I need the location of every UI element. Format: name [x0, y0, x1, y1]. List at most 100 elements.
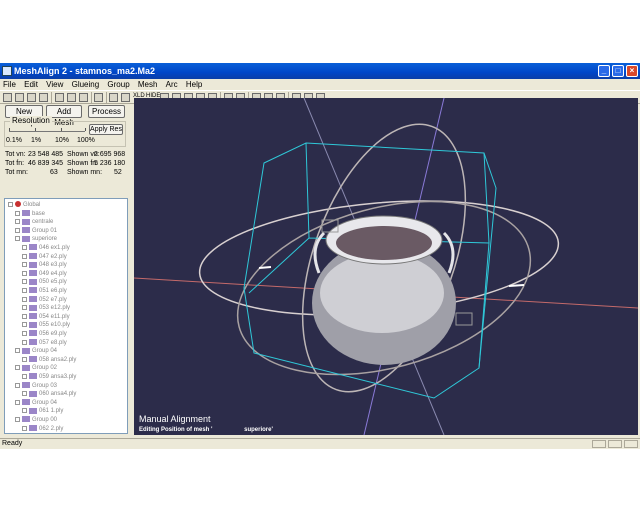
tree-mesh[interactable]: 058 ansa2.ply	[22, 356, 76, 364]
tree-mesh[interactable]: 048 e3.ply	[22, 261, 67, 269]
expand-icon[interactable]	[15, 399, 20, 405]
expand-icon[interactable]	[22, 330, 27, 336]
menu-help[interactable]: Help	[186, 80, 202, 89]
tick-label: 1%	[31, 137, 42, 144]
cut-icon[interactable]	[55, 93, 64, 102]
expand-icon[interactable]	[22, 287, 27, 293]
open-folder-icon[interactable]	[15, 93, 24, 102]
expand-icon[interactable]	[22, 322, 27, 328]
tree-mesh[interactable]: 059 ansa3.ply	[22, 373, 76, 381]
vase-opening	[336, 226, 432, 260]
process-button[interactable]: Process	[88, 105, 125, 118]
tree-mesh[interactable]: 056 e9.ply	[22, 330, 67, 338]
menu-mesh[interactable]: Mesh	[138, 80, 158, 89]
expand-icon[interactable]	[15, 365, 20, 371]
expand-icon[interactable]	[15, 416, 20, 422]
tree-group[interactable]: superiore	[15, 235, 57, 243]
menu-edit[interactable]: Edit	[24, 80, 38, 89]
close-button[interactable]: ×	[626, 65, 638, 77]
expand-icon[interactable]	[22, 305, 27, 311]
expand-icon[interactable]	[15, 236, 20, 242]
tree-group[interactable]: Group 01	[15, 227, 57, 235]
tree-mesh[interactable]: 055 e10.ply	[22, 321, 70, 329]
tree-mesh[interactable]: 054 e11.ply	[22, 313, 70, 321]
expand-icon[interactable]	[22, 253, 27, 259]
tree-label: 046 ex1.ply	[39, 245, 70, 251]
paste-icon[interactable]	[79, 93, 88, 102]
menu-file[interactable]: File	[3, 80, 16, 89]
mesh-icon	[29, 425, 37, 432]
menu-group[interactable]: Group	[107, 80, 129, 89]
title-bar: MeshAlign 2 - stamnos_ma2.Ma2 _ □ ×	[0, 63, 640, 79]
expand-icon[interactable]	[22, 244, 27, 250]
tree-mesh[interactable]: 062 2.ply	[22, 425, 63, 433]
tick-label: 0.1%	[6, 137, 22, 144]
resolution-label: Resolution	[10, 116, 52, 125]
menu-glueing[interactable]: Glueing	[72, 80, 100, 89]
gizmo-handle[interactable]	[455, 312, 473, 326]
tree-group[interactable]: Group 03	[15, 382, 57, 390]
help-icon[interactable]	[94, 93, 103, 102]
tree-group[interactable]: Group 02	[15, 364, 57, 372]
tree-mesh[interactable]: 046 ex1.ply	[22, 244, 70, 252]
tree-group[interactable]: Group 04	[15, 399, 57, 407]
group-icon	[22, 227, 30, 234]
expand-icon[interactable]	[22, 279, 27, 285]
tree-mesh[interactable]: 053 e12.ply	[22, 304, 70, 312]
tree-group[interactable]: centrale	[15, 218, 53, 226]
expand-icon[interactable]	[22, 408, 27, 414]
mesh-icon	[29, 339, 37, 346]
toolbar-separator	[106, 92, 107, 103]
maximize-button[interactable]: □	[612, 65, 624, 77]
expand-icon[interactable]	[22, 373, 27, 379]
mesh-tree[interactable]: Global base centrale Group 01 superiore 046 e…	[4, 198, 128, 434]
minimize-button[interactable]: _	[598, 65, 610, 77]
menu-view[interactable]: View	[46, 80, 63, 89]
expand-icon[interactable]	[22, 339, 27, 345]
app-window: MeshAlign 2 - stamnos_ma2.Ma2 _ □ × File…	[0, 63, 640, 449]
stat-label: Tot mn:	[5, 169, 28, 176]
expand-icon[interactable]	[22, 356, 27, 362]
expand-icon[interactable]	[22, 296, 27, 302]
group-icon	[22, 210, 30, 217]
stat-label: Tot fn:	[5, 160, 25, 167]
vase-handle	[442, 231, 455, 274]
expand-icon[interactable]	[15, 219, 20, 225]
expand-icon[interactable]	[15, 348, 20, 354]
status-mesh: superiore'	[244, 427, 273, 433]
expand-icon[interactable]	[22, 270, 27, 276]
tree-group[interactable]: Group 04	[15, 347, 57, 355]
expand-icon[interactable]	[22, 262, 27, 268]
tree-mesh[interactable]: 047 e2.ply	[22, 253, 67, 261]
resolution-slider[interactable]	[9, 131, 85, 132]
expand-icon[interactable]	[15, 227, 20, 233]
save-all-icon[interactable]	[39, 93, 48, 102]
viewport-canvas[interactable]	[133, 97, 639, 436]
crosshair-icon[interactable]	[121, 93, 130, 102]
expand-icon[interactable]	[22, 313, 27, 319]
tree-group[interactable]: Group 00	[15, 416, 57, 424]
save-icon[interactable]	[27, 93, 36, 102]
tree-mesh[interactable]: 061 1.ply	[22, 407, 63, 415]
3d-viewport[interactable]: Manual Alignment Editing Position of mes…	[133, 97, 639, 436]
menu-arc[interactable]: Arc	[166, 80, 178, 89]
tree-mesh[interactable]: 051 e6.ply	[22, 287, 67, 295]
home-icon[interactable]	[109, 93, 118, 102]
expand-icon[interactable]	[22, 391, 27, 397]
tree-mesh[interactable]: 050 e5.ply	[22, 278, 67, 286]
expand-icon[interactable]	[8, 201, 13, 207]
expand-icon[interactable]	[15, 210, 20, 216]
expand-icon[interactable]	[15, 382, 20, 388]
expand-icon[interactable]	[22, 425, 27, 431]
gizmo-marker	[508, 284, 525, 287]
new-file-icon[interactable]	[3, 93, 12, 102]
tree-root[interactable]: Global	[8, 201, 40, 209]
copy-icon[interactable]	[67, 93, 76, 102]
tree-mesh[interactable]: 057 e8.ply	[22, 339, 67, 347]
tree-mesh[interactable]: 049 e4.ply	[22, 270, 67, 278]
tick-label: 10%	[55, 137, 70, 144]
tree-group[interactable]: base	[15, 210, 45, 218]
apply-res-button[interactable]: Apply Res	[89, 124, 123, 135]
tree-mesh[interactable]: 052 e7.ply	[22, 296, 67, 304]
tree-mesh[interactable]: 060 ansa4.ply	[22, 390, 76, 398]
